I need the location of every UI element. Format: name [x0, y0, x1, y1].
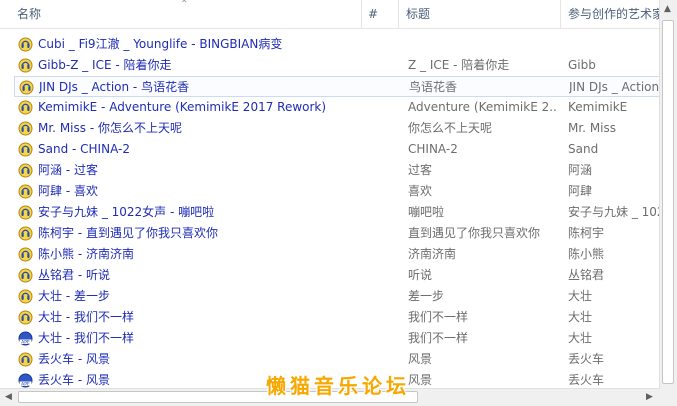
file-artist: [568, 34, 660, 55]
file-artist: Sand: [568, 142, 599, 156]
file-name: 大壮 - 我们不一样: [38, 331, 134, 345]
file-row[interactable]: KemimikE - Adventure (KemimikE 2017 Rewo…: [14, 97, 660, 118]
scrollbar-corner: [660, 389, 677, 406]
column-title[interactable]: 标题: [406, 0, 556, 28]
column-divider[interactable]: [361, 0, 362, 28]
file-row[interactable]: Cubi _ Fi9江澈 _ Younglife - BINGBIAN病变: [14, 34, 660, 55]
music-file-icon: [18, 289, 33, 304]
file-row[interactable]: Sand - CHINA-2 CHINA-2 Sand: [14, 139, 660, 160]
vertical-scroll-thumb[interactable]: [662, 20, 674, 384]
music-file-icon: [18, 142, 33, 157]
file-title: [408, 34, 558, 55]
file-name: 大壮 - 我们不一样: [38, 310, 134, 324]
svg-text:APE: APE: [21, 381, 30, 387]
column-header: ⌃ 名称 # 标题 参与创作的艺术家: [0, 0, 660, 29]
file-row[interactable]: 丛铭君 - 听说 听说 丛铭君: [14, 265, 660, 286]
music-file-icon: [18, 226, 33, 241]
file-artist: 陈柯宇: [568, 226, 605, 240]
file-row[interactable]: 阿肆 - 喜欢 喜欢 阿肆: [14, 181, 660, 202]
file-artist: Mr. Miss: [568, 121, 617, 135]
scroll-up-icon[interactable]: ▲: [664, 5, 671, 14]
file-artist: 陈小熊: [568, 247, 605, 261]
file-title: 鸟语花香: [409, 80, 458, 94]
file-row[interactable]: JIN DJs _ Action - 鸟语花香 鸟语花香 JIN DJs _ Act…: [14, 76, 660, 97]
file-row[interactable]: 丢火车 - 风景 风景 丢火车: [14, 349, 660, 370]
file-title: 我们不一样: [408, 331, 469, 345]
column-number[interactable]: #: [368, 0, 396, 28]
file-artist: 安子与九妹 _ 1022: [568, 205, 660, 219]
file-title: 你怎么不上天呢: [408, 121, 493, 135]
file-title: 过客: [408, 163, 433, 177]
scroll-left-icon[interactable]: ◀: [5, 393, 12, 402]
music-file-icon: [18, 37, 33, 52]
file-title: 听说: [408, 268, 433, 282]
file-title: 喜欢: [408, 184, 433, 198]
file-name: 阿涵 - 过客: [38, 163, 98, 177]
music-file-icon: [18, 310, 33, 325]
file-row[interactable]: 安子与九妹 _ 1022女声 - 嘣吧啦 嘣吧啦 安子与九妹 _ 1022: [14, 202, 660, 223]
file-name: Cubi _ Fi9江澈 _ Younglife - BINGBIAN病变: [38, 37, 283, 51]
column-divider[interactable]: [398, 0, 399, 28]
file-row[interactable]: 阿涵 - 过客 过客 阿涵: [14, 160, 660, 181]
file-row[interactable]: 陈柯宇 - 直到遇见了你我只喜欢你 直到遇见了你我只喜欢你 陈柯宇: [14, 223, 660, 244]
file-row[interactable]: Mr. Miss - 你怎么不上天呢 你怎么不上天呢 Mr. Miss: [14, 118, 660, 139]
file-artist: 丢火车: [568, 352, 605, 366]
column-name[interactable]: 名称: [17, 0, 357, 28]
file-name: 丛铭君 - 听说: [38, 268, 110, 282]
file-title: 我们不一样: [408, 310, 469, 324]
file-title: 济南济南: [408, 247, 457, 261]
file-name: Sand - CHINA-2: [38, 142, 130, 156]
file-name: Mr. Miss - 你怎么不上天呢: [38, 121, 182, 135]
file-name: 陈小熊 - 济南济南: [38, 247, 134, 261]
music-file-icon: [18, 205, 33, 220]
music-file-icon: [18, 352, 33, 367]
music-file-icon: [18, 247, 33, 262]
file-title: CHINA-2: [408, 142, 458, 156]
music-file-icon: [18, 268, 33, 283]
file-title: Z _ ICE - 陪着你走: [408, 58, 510, 72]
music-file-icon: [18, 184, 33, 199]
file-name: 阿肆 - 喜欢: [38, 184, 98, 198]
file-title: 直到遇见了你我只喜欢你: [408, 226, 541, 240]
file-artist: 大壮: [568, 289, 593, 303]
music-file-icon: [18, 100, 33, 115]
file-artist: 阿肆: [568, 184, 593, 198]
file-row[interactable]: 大壮 - 我们不一样 我们不一样 大壮: [14, 307, 660, 328]
file-title: 差一步: [408, 289, 445, 303]
file-name: Gibb-Z _ ICE - 陪着你走: [38, 58, 172, 72]
file-title: 嘣吧啦: [408, 205, 445, 219]
file-artist: JIN DJs _ Action: [569, 80, 660, 94]
music-file-icon: [18, 121, 33, 136]
file-artist: 大壮: [568, 310, 593, 324]
file-row[interactable]: 大壮 - 差一步 差一步 大壮: [14, 286, 660, 307]
file-name: 安子与九妹 _ 1022女声 - 嘣吧啦: [38, 205, 215, 219]
file-name: KemimikE - Adventure (KemimikE 2017 Rewo…: [38, 100, 327, 114]
music-file-icon: [18, 58, 33, 73]
file-name: 陈柯宇 - 直到遇见了你我只喜欢你: [38, 226, 218, 240]
vertical-scrollbar[interactable]: ▲: [659, 0, 677, 389]
file-name: 大壮 - 差一步: [38, 289, 110, 303]
file-artist: Gibb: [568, 58, 596, 72]
file-name: JIN DJs _ Action - 鸟语花香: [39, 80, 190, 94]
file-row[interactable]: 陈小熊 - 济南济南 济南济南 陈小熊: [14, 244, 660, 265]
ape-file-icon: APE: [18, 373, 33, 388]
file-name: 丢火车 - 风景: [38, 352, 110, 366]
column-artist[interactable]: 参与创作的艺术家: [568, 0, 660, 28]
file-title: 风景: [408, 352, 433, 366]
file-artist: 丛铭君: [568, 268, 605, 282]
file-title: Adventure (KemimikE 2...: [408, 100, 558, 114]
file-artist: 阿涵: [568, 163, 593, 177]
svg-text:APE: APE: [21, 339, 30, 345]
music-file-icon: [18, 163, 33, 178]
file-row[interactable]: APE 大壮 - 我们不一样 我们不一样 大壮: [14, 328, 660, 349]
ape-file-icon: APE: [18, 331, 33, 346]
file-row[interactable]: Gibb-Z _ ICE - 陪着你走 Z _ ICE - 陪着你走 Gibb: [14, 55, 660, 76]
file-artist: KemimikE: [568, 100, 628, 114]
scroll-right-icon[interactable]: ▶: [646, 393, 653, 402]
music-file-icon: [19, 80, 34, 95]
column-divider[interactable]: [560, 0, 561, 28]
file-artist: 大壮: [568, 331, 593, 345]
forum-watermark: 懒猫音乐论坛: [266, 374, 410, 398]
